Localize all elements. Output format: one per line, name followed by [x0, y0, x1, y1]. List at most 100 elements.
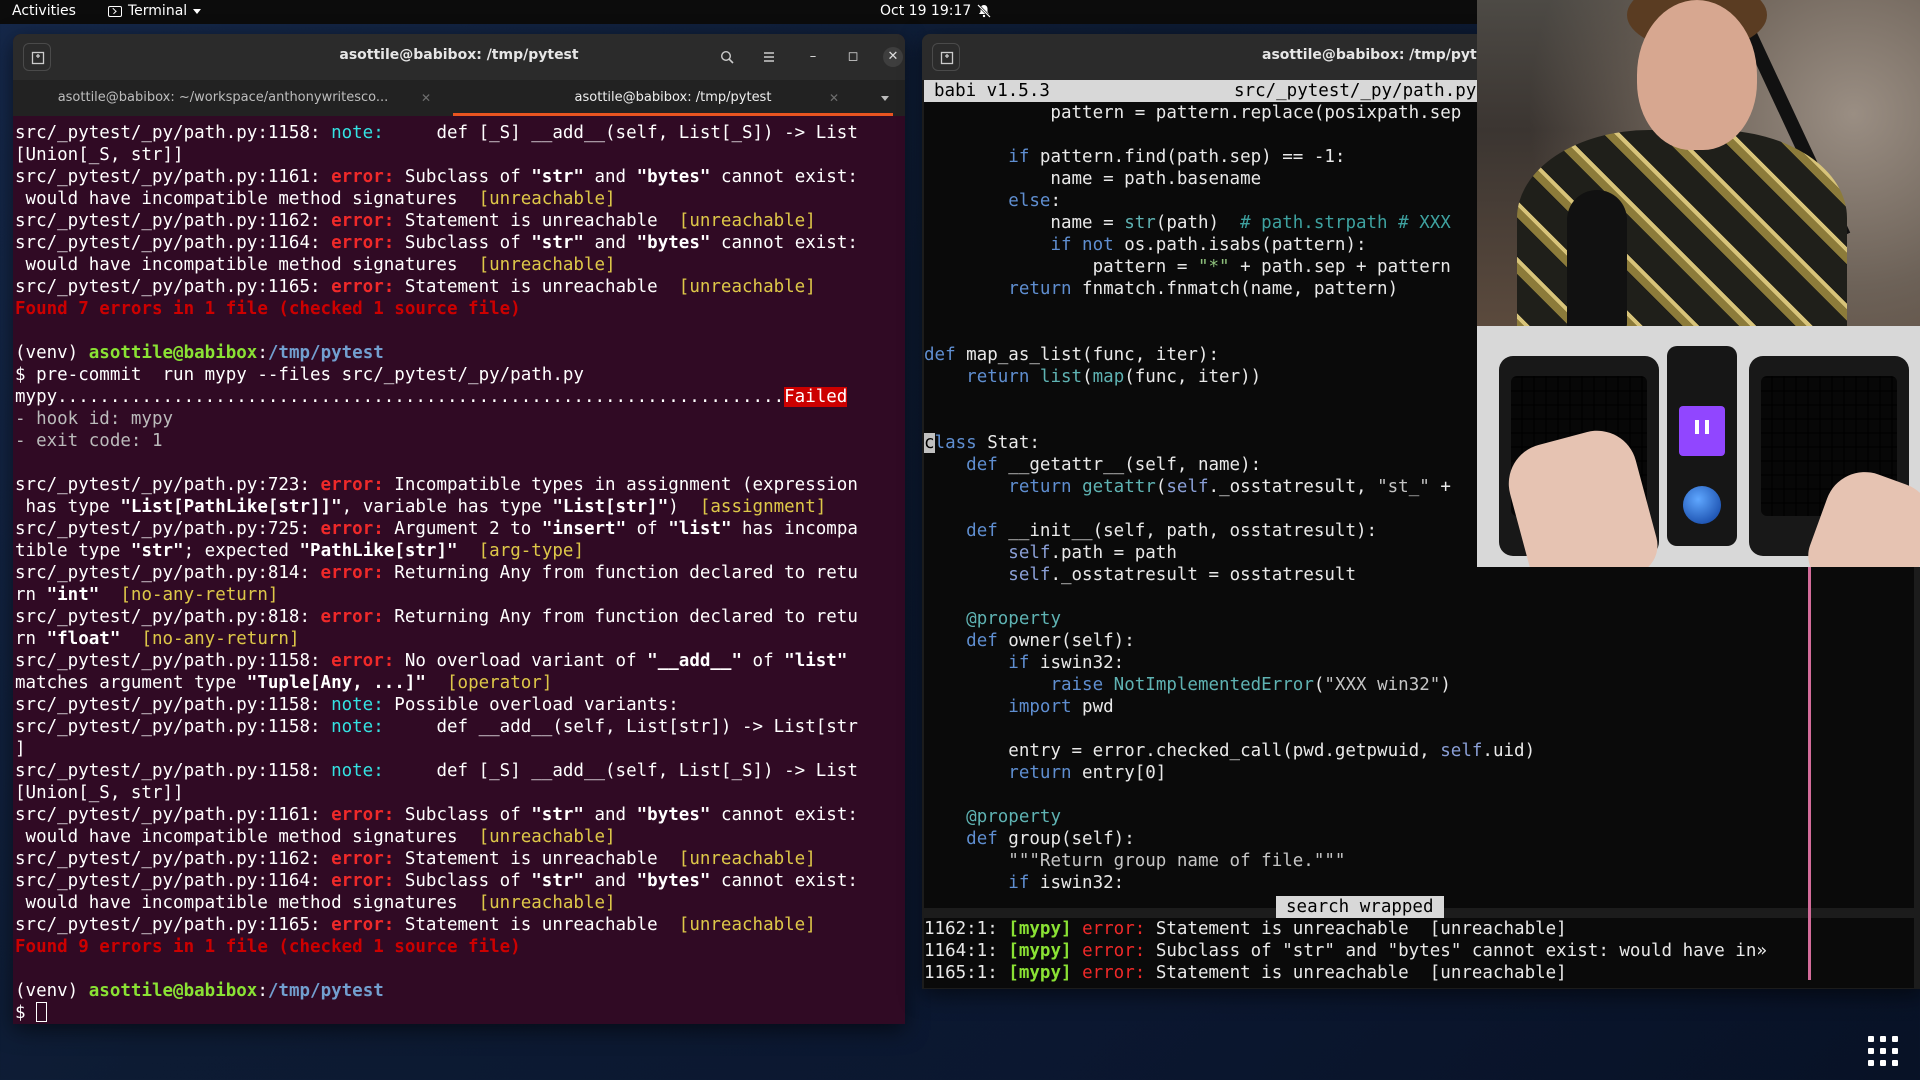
search-button[interactable] [713, 43, 741, 71]
text-segment: "__add__" [647, 651, 742, 671]
text-segment: [arg-type] [478, 541, 584, 561]
text-segment: [unreachable] [678, 277, 816, 297]
text-segment: rn [15, 585, 47, 605]
text-segment: src/_pytest/_py/path.py:1161: [15, 805, 332, 825]
text-segment: __init__(self, path, osstatresult): [997, 521, 1378, 541]
text-segment: Failed [784, 387, 848, 407]
text-segment: def [966, 455, 998, 475]
twitch-icon [1679, 406, 1725, 456]
activities-button[interactable]: Activities [12, 3, 76, 19]
text-segment: [mypy] [1008, 963, 1072, 983]
text-segment: def [_S] __add__(self, List[_S]) -> List [383, 123, 858, 143]
tab-close-icon[interactable]: ✕ [829, 80, 839, 116]
app-menu[interactable]: Terminal [108, 3, 202, 19]
tab-pytest[interactable]: asottile@babibox: /tmp/pytest [453, 80, 893, 116]
app-grid-icon[interactable] [1868, 1036, 1898, 1066]
text-segment: cannot exist: [710, 233, 858, 253]
text-segment: "Tuple[Any, ...]" [246, 673, 426, 693]
text-segment: ( [1082, 367, 1093, 387]
clock[interactable]: Oct 19 19:17 [880, 3, 992, 19]
text-segment: group(self): [997, 829, 1135, 849]
text-segment: pattern = pattern.replace(posixpath.sep [924, 103, 1462, 123]
text-segment: src/_pytest/_py/path.py:1162: [15, 849, 332, 869]
text-segment: return [1008, 279, 1072, 299]
terminal-line: rn "float" [no-any-return] [15, 628, 905, 650]
text-segment: ( [1155, 477, 1167, 497]
text-segment: + path.sep + pattern [1229, 257, 1451, 277]
text-segment: def [924, 345, 956, 365]
text-segment: "st_" [1377, 477, 1430, 497]
text-segment: Subclass of [394, 167, 532, 187]
terminal-line: src/_pytest/_py/path.py:1164: error: Sub… [15, 232, 905, 254]
text-segment: pattern = [924, 257, 1198, 277]
text-segment: if [1008, 147, 1030, 167]
tab-label: asottile@babibox: ~/workspace/anthonywri… [57, 90, 389, 105]
editor-scrollbar[interactable] [1808, 560, 1811, 980]
text-segment: src/_pytest/_py/path.py:1164: [15, 871, 332, 891]
text-segment: map_as_list(func, iter): [955, 345, 1220, 365]
terminal-line: would have incompatible method signature… [15, 892, 905, 914]
text-segment: [unreachable] [678, 849, 816, 869]
text-segment: ( [1313, 675, 1325, 695]
text-segment: Subclass of [394, 805, 532, 825]
tab-workspace[interactable]: asottile@babibox: ~/workspace/anthonywri… [23, 80, 423, 116]
text-segment: "PathLike[str]" [299, 541, 458, 561]
text-segment: rn [15, 629, 47, 649]
code-line: self._osstatresult = osstatresult [924, 564, 1914, 586]
text-segment: return [966, 367, 1030, 387]
menu-button[interactable] [755, 43, 783, 71]
terminal-output[interactable]: src/_pytest/_py/path.py:1158: note: def … [13, 116, 905, 1024]
text-segment: error: [1082, 919, 1146, 939]
text-segment: of [626, 519, 669, 539]
terminal-line: src/_pytest/_py/path.py:1158: note: def … [15, 716, 905, 738]
tab-close-icon[interactable]: ✕ [421, 80, 431, 116]
minimize-button[interactable]: – [803, 47, 823, 67]
text-segment: Subclass of [394, 871, 532, 891]
terminal-line: (venv) asottile@babibox:/tmp/pytest [15, 980, 905, 1002]
terminal-window[interactable]: asottile@babibox: /tmp/pytest – ◻ ✕ asot… [13, 34, 905, 1024]
window-title: asottile@babibox: /tmp/pytest [1262, 47, 1502, 63]
text-segment: ) [668, 497, 700, 517]
text-segment: src/_pytest/_py/path.py:1158: [15, 717, 332, 737]
terminal-line: tible type "str"; expected "PathLike[str… [15, 540, 905, 562]
terminal-titlebar[interactable]: asottile@babibox: /tmp/pytest – ◻ ✕ [13, 34, 905, 80]
terminal-line: src/_pytest/_py/path.py:1161: error: Sub… [15, 166, 905, 188]
text-segment: list [1039, 367, 1083, 387]
text-segment: error: [320, 475, 384, 495]
text-segment: src/_pytest/_py/path.py:1158: [15, 695, 332, 715]
terminal-line: src/_pytest/_py/path.py:1162: error: Sta… [15, 848, 905, 870]
text-segment: : [1050, 191, 1061, 211]
text-segment: mypy....................................… [15, 387, 785, 407]
text-segment: src/_pytest/_py/path.py:1158: [15, 123, 332, 143]
text-segment: pwd [1071, 697, 1114, 717]
text-segment: src/_pytest/_py/path.py:1165: [15, 915, 332, 935]
text-segment: "insert" [541, 519, 627, 539]
text-segment [1029, 367, 1040, 387]
close-button[interactable]: ✕ [883, 47, 903, 67]
code-line: @property [924, 806, 1914, 828]
text-segment: Incompatible types in assignment (expres… [383, 475, 858, 495]
text-segment: def [966, 829, 998, 849]
text-segment: error: [331, 805, 395, 825]
text-segment: Returning Any from function declared to … [383, 563, 858, 583]
terminal-line: src/_pytest/_py/path.py:1165: error: Sta… [15, 276, 905, 298]
text-segment [924, 565, 1008, 585]
tab-list-chevron-icon[interactable] [881, 96, 889, 101]
text-segment: error: [1082, 963, 1146, 983]
text-segment [924, 147, 1008, 167]
maximize-button[interactable]: ◻ [843, 47, 863, 67]
text-segment: [unreachable] [478, 893, 616, 913]
text-segment: No overload variant of [394, 651, 648, 671]
text-segment: [Union[_S, str]] [15, 783, 184, 803]
editor-filename: src/_pytest/_py/path.py [1234, 81, 1477, 101]
text-segment: error: [331, 871, 395, 891]
text-segment: "bytes" [636, 871, 711, 891]
text-segment: Returning Any from function declared to … [383, 607, 858, 627]
text-segment: src/_pytest/_py/path.py:1164: [15, 233, 332, 253]
text-segment: [unreachable] [678, 915, 816, 935]
new-tab-button[interactable] [932, 43, 960, 71]
problems-list[interactable]: 1162:1: [mypy] error: Statement is unrea… [924, 918, 1914, 988]
text-segment: would have incompatible method signature… [15, 255, 479, 275]
text-segment: "list" [784, 651, 848, 671]
